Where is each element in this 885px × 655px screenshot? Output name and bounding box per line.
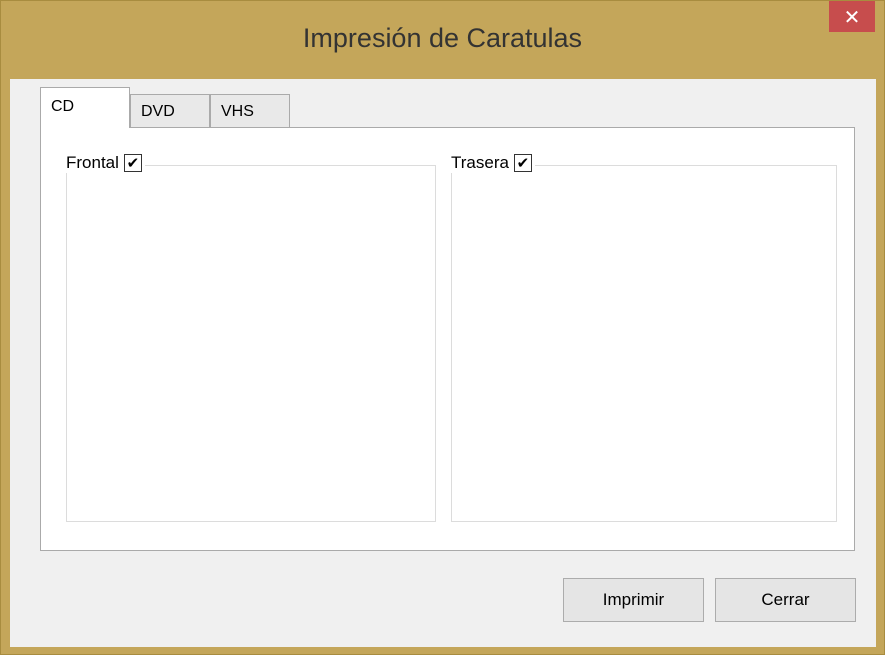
- print-button[interactable]: Imprimir: [563, 578, 704, 622]
- title-bar[interactable]: Impresión de Caratulas ✕: [1, 1, 884, 79]
- trasera-checkbox[interactable]: ✔: [513, 153, 532, 172]
- print-button-label: Imprimir: [602, 590, 665, 609]
- window-title: Impresión de Caratulas: [302, 23, 583, 53]
- tab-panel-cd: Frontal ✔ Trasera ✔: [40, 127, 855, 551]
- dialog-client-area: CD DVD VHS Frontal ✔ Trasera ✔ Imprimir …: [10, 79, 876, 647]
- close-icon: ✕: [843, 4, 861, 29]
- close-window-button[interactable]: ✕: [829, 1, 875, 32]
- tab-cd-label: CD: [51, 98, 75, 115]
- close-button-label: Cerrar: [761, 590, 810, 609]
- group-trasera: Trasera ✔: [449, 153, 837, 522]
- checkmark-icon: ✔: [516, 153, 530, 172]
- group-frontal: Frontal ✔: [64, 153, 436, 522]
- frontal-checkbox[interactable]: ✔: [123, 153, 142, 172]
- tab-cd[interactable]: CD: [40, 87, 130, 128]
- dialog-window: Impresión de Caratulas ✕ CD DVD VHS Fron…: [0, 0, 885, 655]
- checkmark-icon: ✔: [126, 153, 140, 172]
- tab-dvd[interactable]: DVD: [130, 94, 210, 127]
- tab-vhs-label: VHS: [221, 103, 254, 120]
- tab-dvd-label: DVD: [141, 103, 175, 120]
- group-trasera-label: Trasera: [451, 153, 509, 172]
- tab-vhs[interactable]: VHS: [210, 94, 290, 127]
- group-trasera-header: Trasera ✔: [449, 153, 535, 173]
- close-button[interactable]: Cerrar: [715, 578, 856, 622]
- group-frontal-label: Frontal: [66, 153, 119, 172]
- group-frontal-header: Frontal ✔: [64, 153, 145, 173]
